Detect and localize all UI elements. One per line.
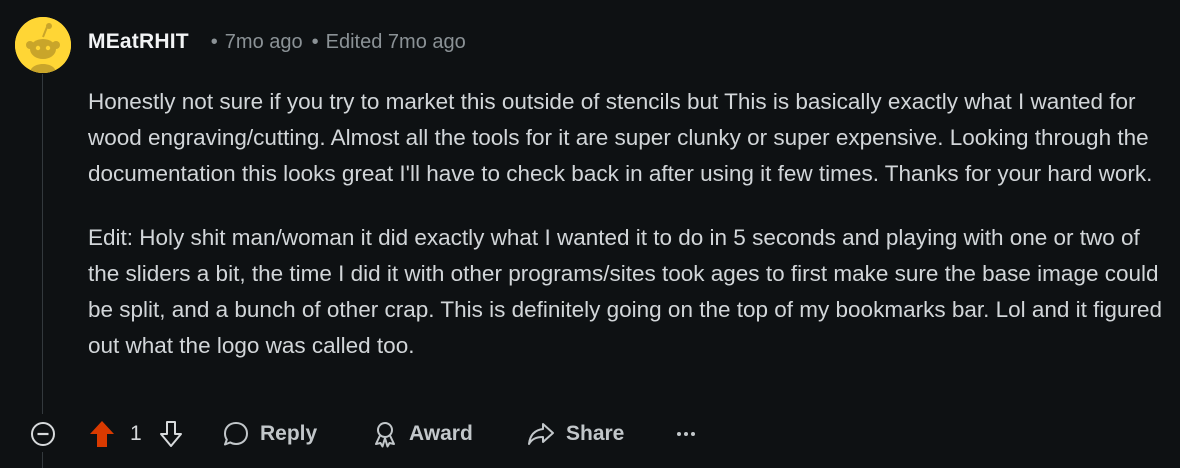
award-button[interactable]: Award: [371, 414, 473, 454]
comment-paragraph: Honestly not sure if you try to market t…: [88, 89, 1153, 186]
comment-paragraph: Edit: Holy shit man/woman it did exactly…: [88, 225, 1162, 358]
avatar[interactable]: [15, 17, 71, 73]
separator-dot: •: [311, 30, 319, 53]
share-arrow-icon: [528, 423, 554, 445]
collapse-button[interactable]: [30, 414, 56, 454]
comment-meta: MEatRHIT • 7mo ago • Edited 7mo ago: [88, 28, 466, 56]
award-ribbon-icon: [375, 422, 395, 448]
username[interactable]: MEatRHIT: [88, 30, 189, 54]
edited-label: Edited 7mo ago: [325, 30, 466, 53]
reply-label: Reply: [260, 422, 318, 445]
more-options-icon: [677, 432, 695, 436]
reply-button[interactable]: Reply: [222, 414, 317, 454]
upvote-button[interactable]: [88, 414, 116, 454]
thread-line-continuation: [42, 452, 43, 468]
collapse-thread-icon: [31, 422, 55, 446]
thread-line[interactable]: [42, 74, 43, 414]
snoo-avatar-icon: [15, 17, 71, 73]
comment-action-bar: 1 Reply Award Share: [0, 414, 1180, 454]
more-options-button[interactable]: [676, 414, 696, 454]
share-button[interactable]: Share: [526, 414, 624, 454]
upvote-arrow-icon: [90, 421, 114, 447]
timestamp[interactable]: 7mo ago: [225, 31, 303, 54]
downvote-arrow-icon: [160, 421, 182, 447]
award-label: Award: [409, 422, 473, 445]
separator-dot: •: [210, 30, 218, 53]
vote-count: 1: [130, 422, 142, 445]
downvote-button[interactable]: [158, 414, 184, 454]
comment-body: Honestly not sure if you try to market t…: [88, 84, 1163, 364]
share-label: Share: [566, 422, 625, 445]
chat-bubble-icon: [224, 422, 248, 446]
